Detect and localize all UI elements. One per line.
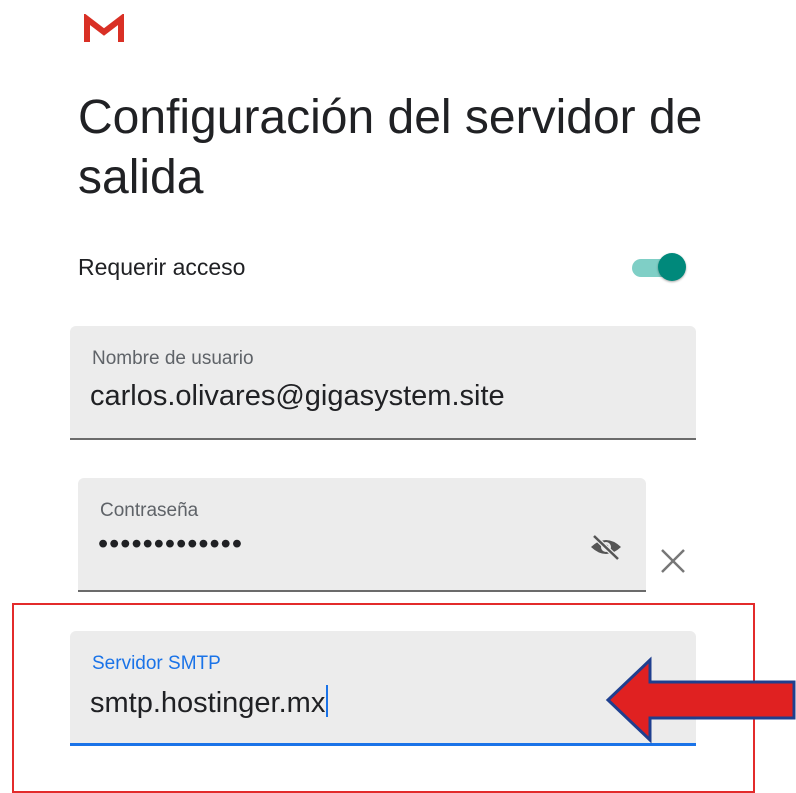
password-label: Contraseña — [100, 500, 199, 521]
require-login-label: Requerir acceso — [78, 254, 246, 280]
left-arrow-icon — [605, 656, 796, 744]
require-login-toggle[interactable] — [632, 250, 688, 282]
toggle-thumb — [658, 253, 686, 281]
require-login-row: Requerir acceso — [78, 246, 698, 286]
username-label: Nombre de usuario — [92, 348, 254, 369]
visibility-off-icon[interactable] — [588, 532, 624, 562]
username-value[interactable]: carlos.olivares@gigasystem.site — [90, 380, 505, 413]
page-title: Configuración del servidor de salida — [78, 91, 703, 204]
username-field[interactable]: Nombre de usuario carlos.olivares@gigasy… — [70, 326, 696, 440]
close-icon[interactable] — [652, 540, 692, 580]
password-field[interactable]: Contraseña ••••••••••••• — [78, 478, 646, 592]
password-value[interactable]: ••••••••••••• — [98, 528, 243, 561]
gmail-logo-icon — [84, 14, 124, 42]
